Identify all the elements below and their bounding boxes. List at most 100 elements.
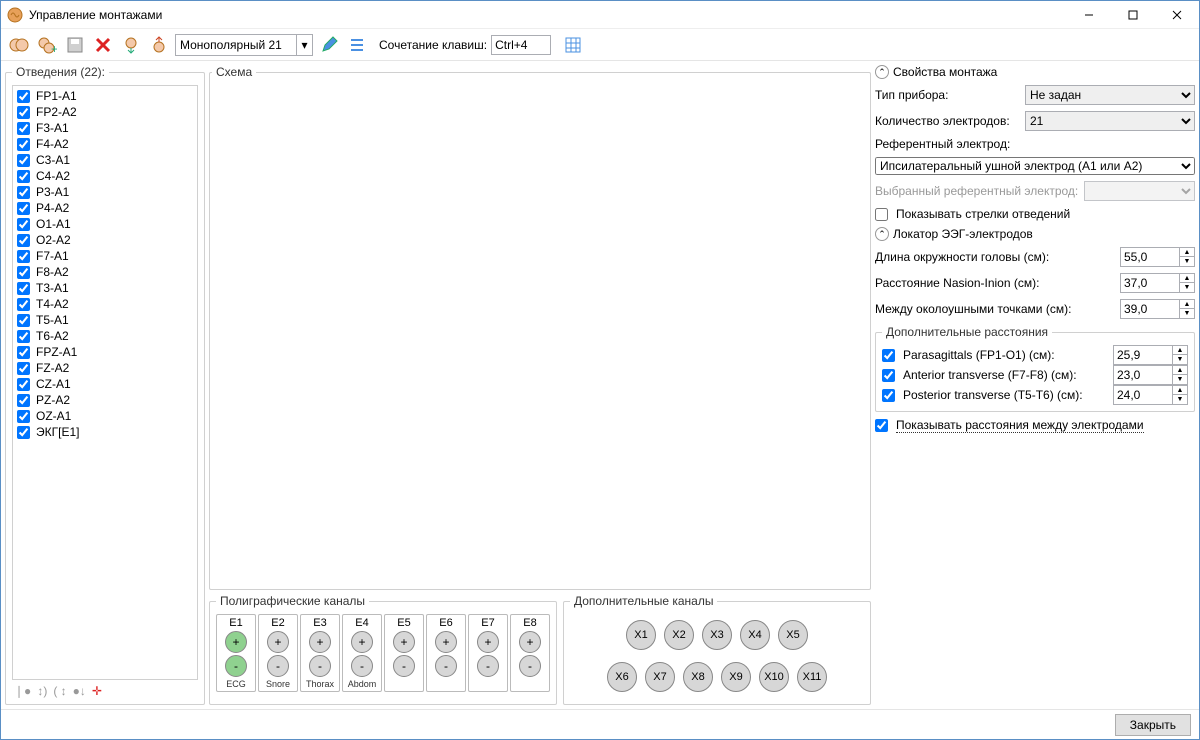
extra-channel-button[interactable]: X5 [778, 620, 808, 650]
lead-checkbox[interactable] [17, 314, 30, 327]
poly-minus[interactable]: - [351, 655, 373, 677]
lead-item[interactable]: PZ-A2 [15, 392, 195, 408]
poly-plus[interactable]: + [435, 631, 457, 653]
poly-minus[interactable]: - [225, 655, 247, 677]
lead-checkbox[interactable] [17, 346, 30, 359]
edit-name-button[interactable] [317, 33, 341, 57]
lead-item[interactable]: FP2-A2 [15, 104, 195, 120]
lead-item[interactable]: ЭКГ[E1] [15, 424, 195, 440]
extra-channel-button[interactable]: X11 [797, 662, 827, 692]
lead-item[interactable]: T3-A1 [15, 280, 195, 296]
extra-channel-button[interactable]: X8 [683, 662, 713, 692]
poly-minus[interactable]: - [267, 655, 289, 677]
lead-item[interactable]: F8-A2 [15, 264, 195, 280]
electrode-icon[interactable]: ●↓ [73, 684, 86, 698]
poly-minus[interactable]: - [393, 655, 415, 677]
lead-item[interactable]: OZ-A1 [15, 408, 195, 424]
lead-item[interactable]: F7-A1 [15, 248, 195, 264]
ear-input[interactable] [1120, 299, 1180, 319]
poly-plus[interactable]: + [477, 631, 499, 653]
save-button[interactable] [63, 33, 87, 57]
close-window-button[interactable] [1155, 1, 1199, 29]
lead-checkbox[interactable] [17, 106, 30, 119]
post-checkbox[interactable] [882, 389, 895, 402]
props-header[interactable]: ⌃ Свойства монтажа [875, 65, 1195, 79]
bracket-icon[interactable]: ( ↕ [53, 684, 66, 698]
delete-button[interactable] [91, 33, 115, 57]
lead-checkbox[interactable] [17, 122, 30, 135]
lead-item[interactable]: F4-A2 [15, 136, 195, 152]
poly-plus[interactable]: + [351, 631, 373, 653]
split-icon[interactable]: ↕) [37, 684, 47, 698]
lead-checkbox[interactable] [17, 186, 30, 199]
poly-plus[interactable]: + [225, 631, 247, 653]
extra-channel-button[interactable]: X9 [721, 662, 751, 692]
poly-channel[interactable]: E1+-ECG [216, 614, 256, 692]
show-dist-checkbox[interactable] [875, 419, 888, 432]
lead-checkbox[interactable] [17, 282, 30, 295]
minimize-button[interactable] [1067, 1, 1111, 29]
poly-plus[interactable]: + [393, 631, 415, 653]
lead-checkbox[interactable] [17, 330, 30, 343]
ref-elec-select[interactable]: Ипсилатеральный ушной электрод (A1 или A… [875, 157, 1195, 175]
lead-checkbox[interactable] [17, 170, 30, 183]
lead-checkbox[interactable] [17, 138, 30, 151]
post-input[interactable] [1113, 385, 1173, 405]
poly-channel[interactable]: E4+-Abdom [342, 614, 382, 692]
collapse-icon[interactable]: ⌃ [875, 65, 889, 79]
para-input[interactable] [1113, 345, 1173, 365]
extra-channel-button[interactable]: X2 [664, 620, 694, 650]
para-checkbox[interactable] [882, 349, 895, 362]
spin-down[interactable]: ▼ [1180, 309, 1194, 318]
extra-channel-button[interactable]: X1 [626, 620, 656, 650]
lead-item[interactable]: FZ-A2 [15, 360, 195, 376]
lead-item[interactable]: T6-A2 [15, 328, 195, 344]
lead-checkbox[interactable] [17, 362, 30, 375]
lead-checkbox[interactable] [17, 378, 30, 391]
poly-plus[interactable]: + [267, 631, 289, 653]
lead-item[interactable]: F3-A1 [15, 120, 195, 136]
collapse-icon[interactable]: ⌃ [875, 227, 889, 241]
lead-item[interactable]: T5-A1 [15, 312, 195, 328]
lead-item[interactable]: C3-A1 [15, 152, 195, 168]
list-view-button[interactable] [345, 33, 369, 57]
lead-checkbox[interactable] [17, 202, 30, 215]
ant-checkbox[interactable] [882, 369, 895, 382]
poly-channel[interactable]: E2+-Snore [258, 614, 298, 692]
extra-channel-button[interactable]: X6 [607, 662, 637, 692]
lead-item[interactable]: P4-A2 [15, 200, 195, 216]
nasion-input[interactable] [1120, 273, 1180, 293]
lead-item[interactable]: P3-A1 [15, 184, 195, 200]
show-arrows-checkbox[interactable] [875, 208, 888, 221]
poly-channel[interactable]: E8+- [510, 614, 550, 692]
poly-plus[interactable]: + [519, 631, 541, 653]
lead-checkbox[interactable] [17, 266, 30, 279]
lead-item[interactable]: O1-A1 [15, 216, 195, 232]
spin-up[interactable]: ▲ [1180, 300, 1194, 309]
spin-down[interactable]: ▼ [1180, 257, 1194, 266]
poly-minus[interactable]: - [435, 655, 457, 677]
spin-up[interactable]: ▲ [1180, 248, 1194, 257]
export-button[interactable] [147, 33, 171, 57]
lead-item[interactable]: O2-A2 [15, 232, 195, 248]
poly-plus[interactable]: + [309, 631, 331, 653]
chevron-down-icon[interactable]: ▾ [296, 35, 312, 55]
spin-up[interactable]: ▲ [1180, 274, 1194, 283]
lead-item[interactable]: FPZ-A1 [15, 344, 195, 360]
montage-name-input[interactable] [176, 35, 296, 55]
circ-input[interactable] [1120, 247, 1180, 267]
lead-checkbox[interactable] [17, 154, 30, 167]
lead-checkbox[interactable] [17, 426, 30, 439]
grid-button[interactable] [561, 33, 585, 57]
lead-checkbox[interactable] [17, 218, 30, 231]
lead-item[interactable]: FP1-A1 [15, 88, 195, 104]
extra-channel-button[interactable]: X7 [645, 662, 675, 692]
lead-item[interactable]: T4-A2 [15, 296, 195, 312]
ant-input[interactable] [1113, 365, 1173, 385]
lead-checkbox[interactable] [17, 410, 30, 423]
import-button[interactable] [119, 33, 143, 57]
poly-minus[interactable]: - [519, 655, 541, 677]
poly-minus[interactable]: - [477, 655, 499, 677]
new-montage-button[interactable] [7, 33, 31, 57]
locator-header[interactable]: ⌃ Локатор ЭЭГ-электродов [875, 227, 1195, 241]
